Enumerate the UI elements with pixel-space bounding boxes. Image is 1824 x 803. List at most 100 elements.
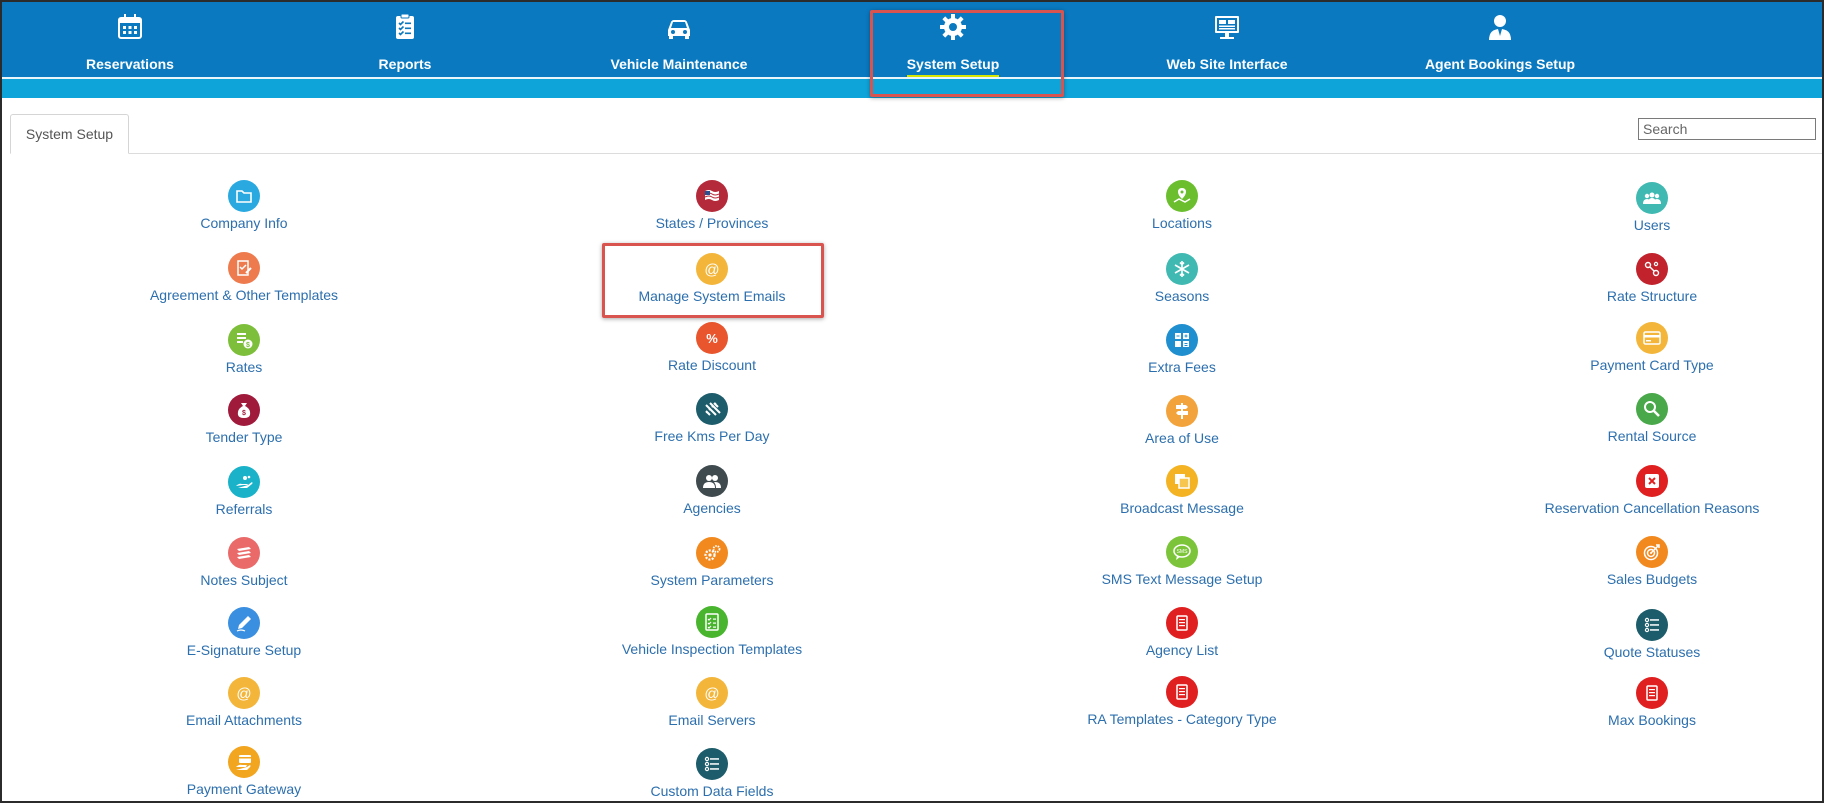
setup-item-agency-list[interactable]: Agency List	[972, 607, 1392, 667]
setup-item-label: Area of Use	[1145, 430, 1219, 446]
svg-text:%: %	[706, 331, 718, 346]
setup-item-label: Broadcast Message	[1120, 500, 1244, 516]
setup-item-label: Rates	[225, 359, 263, 375]
svg-text:@: @	[704, 686, 719, 703]
setup-item-label: Seasons	[1154, 288, 1210, 304]
setup-item-sms-text-message-setup[interactable]: SMS SMS Text Message Setup	[972, 536, 1392, 596]
setup-item-quote-statuses[interactable]: Quote Statuses	[1442, 609, 1822, 669]
setup-item-payment-card-type[interactable]: Payment Card Type	[1442, 322, 1822, 382]
nav-label: Agent Bookings Setup	[1424, 56, 1576, 72]
nav-label: Reservations	[86, 56, 174, 72]
nav-label: Vehicle Maintenance	[610, 56, 748, 72]
setup-item-label: Rate Structure	[1606, 288, 1698, 304]
setup-item-label: Agency List	[1145, 642, 1219, 658]
setup-item-custom-data-fields[interactable]: Custom Data Fields	[502, 748, 922, 801]
setup-item-label: Custom Data Fields	[650, 783, 774, 799]
setup-item-label: System Parameters	[650, 572, 774, 588]
setup-item-label: Rate Discount	[668, 357, 756, 373]
hand-icon	[228, 466, 260, 498]
share-nodes-icon	[1636, 253, 1668, 285]
car-icon	[668, 20, 690, 39]
setup-item-notes-subject[interactable]: Notes Subject	[34, 537, 454, 597]
setup-item-system-parameters[interactable]: System Parameters	[502, 537, 922, 597]
snowflake-icon	[1166, 253, 1198, 285]
search-input[interactable]	[1638, 118, 1816, 140]
setup-item-locations[interactable]: Locations	[972, 180, 1392, 240]
setup-item-label: Agreement & Other Templates	[149, 287, 339, 303]
setup-item-states-provinces[interactable]: States / Provinces	[502, 180, 922, 240]
calendar-icon	[118, 14, 142, 39]
list-icon	[696, 748, 728, 780]
setup-item-email-servers[interactable]: @ Email Servers	[502, 677, 922, 737]
setup-item-label: Users	[1633, 217, 1671, 233]
clipboard-icon	[396, 13, 414, 39]
notes-stack-icon	[228, 537, 260, 569]
setup-item-agreement-templates[interactable]: Agreement & Other Templates	[34, 252, 454, 312]
copy-icon	[1166, 465, 1198, 497]
users-group-icon	[1636, 182, 1668, 214]
setup-item-vehicle-inspection-templates[interactable]: Vehicle Inspection Templates	[502, 606, 922, 666]
setup-item-max-bookings[interactable]: Max Bookings	[1442, 677, 1822, 737]
map-pin-icon	[1166, 180, 1198, 212]
setup-item-broadcast-message[interactable]: Broadcast Message	[972, 465, 1392, 525]
setup-item-agencies[interactable]: Agencies	[502, 465, 922, 525]
svg-text:@: @	[236, 686, 251, 703]
at-sign-icon: @	[228, 677, 260, 709]
nav-label: Reports	[378, 56, 432, 72]
setup-item-users[interactable]: Users	[1442, 182, 1822, 242]
nav-agent-bookings-setup[interactable]: Agent Bookings Setup	[1390, 12, 1610, 72]
agent-icon	[1489, 15, 1511, 40]
highlight-box-manage-system-emails	[602, 243, 824, 318]
cancel-box-icon	[1636, 465, 1668, 497]
setup-item-label: Sales Budgets	[1606, 571, 1698, 587]
setup-item-reservation-cancellation-reasons[interactable]: Reservation Cancellation Reasons	[1442, 465, 1822, 525]
setup-item-e-signature-setup[interactable]: E-Signature Setup	[34, 607, 454, 667]
flag-icon	[696, 180, 728, 212]
setup-item-payment-gateway[interactable]: Payment Gateway	[34, 746, 454, 801]
at-sign-icon: @	[696, 677, 728, 709]
setup-item-area-of-use[interactable]: Area of Use	[972, 395, 1392, 455]
setup-item-tender-type[interactable]: $ Tender Type	[34, 394, 454, 454]
setup-item-label: Tender Type	[205, 429, 283, 445]
setup-item-rental-source[interactable]: Rental Source	[1442, 393, 1822, 453]
setup-item-rate-discount[interactable]: % Rate Discount	[502, 322, 922, 382]
setup-item-label: Reservation Cancellation Reasons	[1544, 500, 1760, 516]
svg-text:SMS: SMS	[1177, 549, 1189, 555]
setup-item-email-attachments[interactable]: @ Email Attachments	[34, 677, 454, 737]
setup-item-label: Free Kms Per Day	[654, 428, 770, 444]
setup-item-label: States / Provinces	[655, 215, 769, 231]
nav-web-site-interface[interactable]: Web Site Interface	[1117, 12, 1337, 72]
setup-item-label: Notes Subject	[200, 572, 288, 588]
credit-card-icon	[1636, 322, 1668, 354]
setup-item-label: E-Signature Setup	[186, 642, 302, 658]
tab-system-setup[interactable]: System Setup	[10, 114, 129, 154]
setup-item-label: Email Servers	[668, 712, 756, 728]
nav-reservations[interactable]: Reservations	[20, 12, 240, 72]
nav-label: Web Site Interface	[1166, 56, 1288, 72]
app-window: Reservations Reports Vehicle Maintenance	[0, 0, 1824, 803]
monitor-icon	[1215, 16, 1239, 39]
setup-item-company-info[interactable]: Company Info	[34, 180, 454, 240]
target-icon	[1636, 536, 1668, 568]
setup-item-rates[interactable]: $ Rates	[34, 324, 454, 384]
setup-item-label: RA Templates - Category Type	[1087, 711, 1277, 727]
people-icon	[696, 465, 728, 497]
rates-dollar-icon: $	[228, 324, 260, 356]
setup-item-ra-templates-category-type[interactable]: RA Templates - Category Type	[972, 676, 1392, 736]
setup-item-extra-fees[interactable]: Extra Fees	[972, 324, 1392, 384]
setup-item-rate-structure[interactable]: Rate Structure	[1442, 253, 1822, 313]
calculator-icon	[1166, 324, 1198, 356]
setup-item-sales-budgets[interactable]: Sales Budgets	[1442, 536, 1822, 596]
nav-vehicle-maintenance[interactable]: Vehicle Maintenance	[569, 12, 789, 72]
setup-item-referrals[interactable]: Referrals	[34, 466, 454, 526]
sms-bubble-icon: SMS	[1166, 536, 1198, 568]
setup-item-label: Extra Fees	[1148, 359, 1216, 375]
document-edit-icon	[228, 252, 260, 284]
setup-item-label: SMS Text Message Setup	[1101, 571, 1263, 587]
folder-icon	[228, 180, 260, 212]
setup-item-seasons[interactable]: Seasons	[972, 253, 1392, 313]
nav-reports[interactable]: Reports	[295, 12, 515, 72]
setup-item-label: Vehicle Inspection Templates	[621, 641, 803, 657]
checklist-icon	[696, 606, 728, 638]
setup-item-free-kms-per-day[interactable]: Free Kms Per Day	[502, 393, 922, 453]
